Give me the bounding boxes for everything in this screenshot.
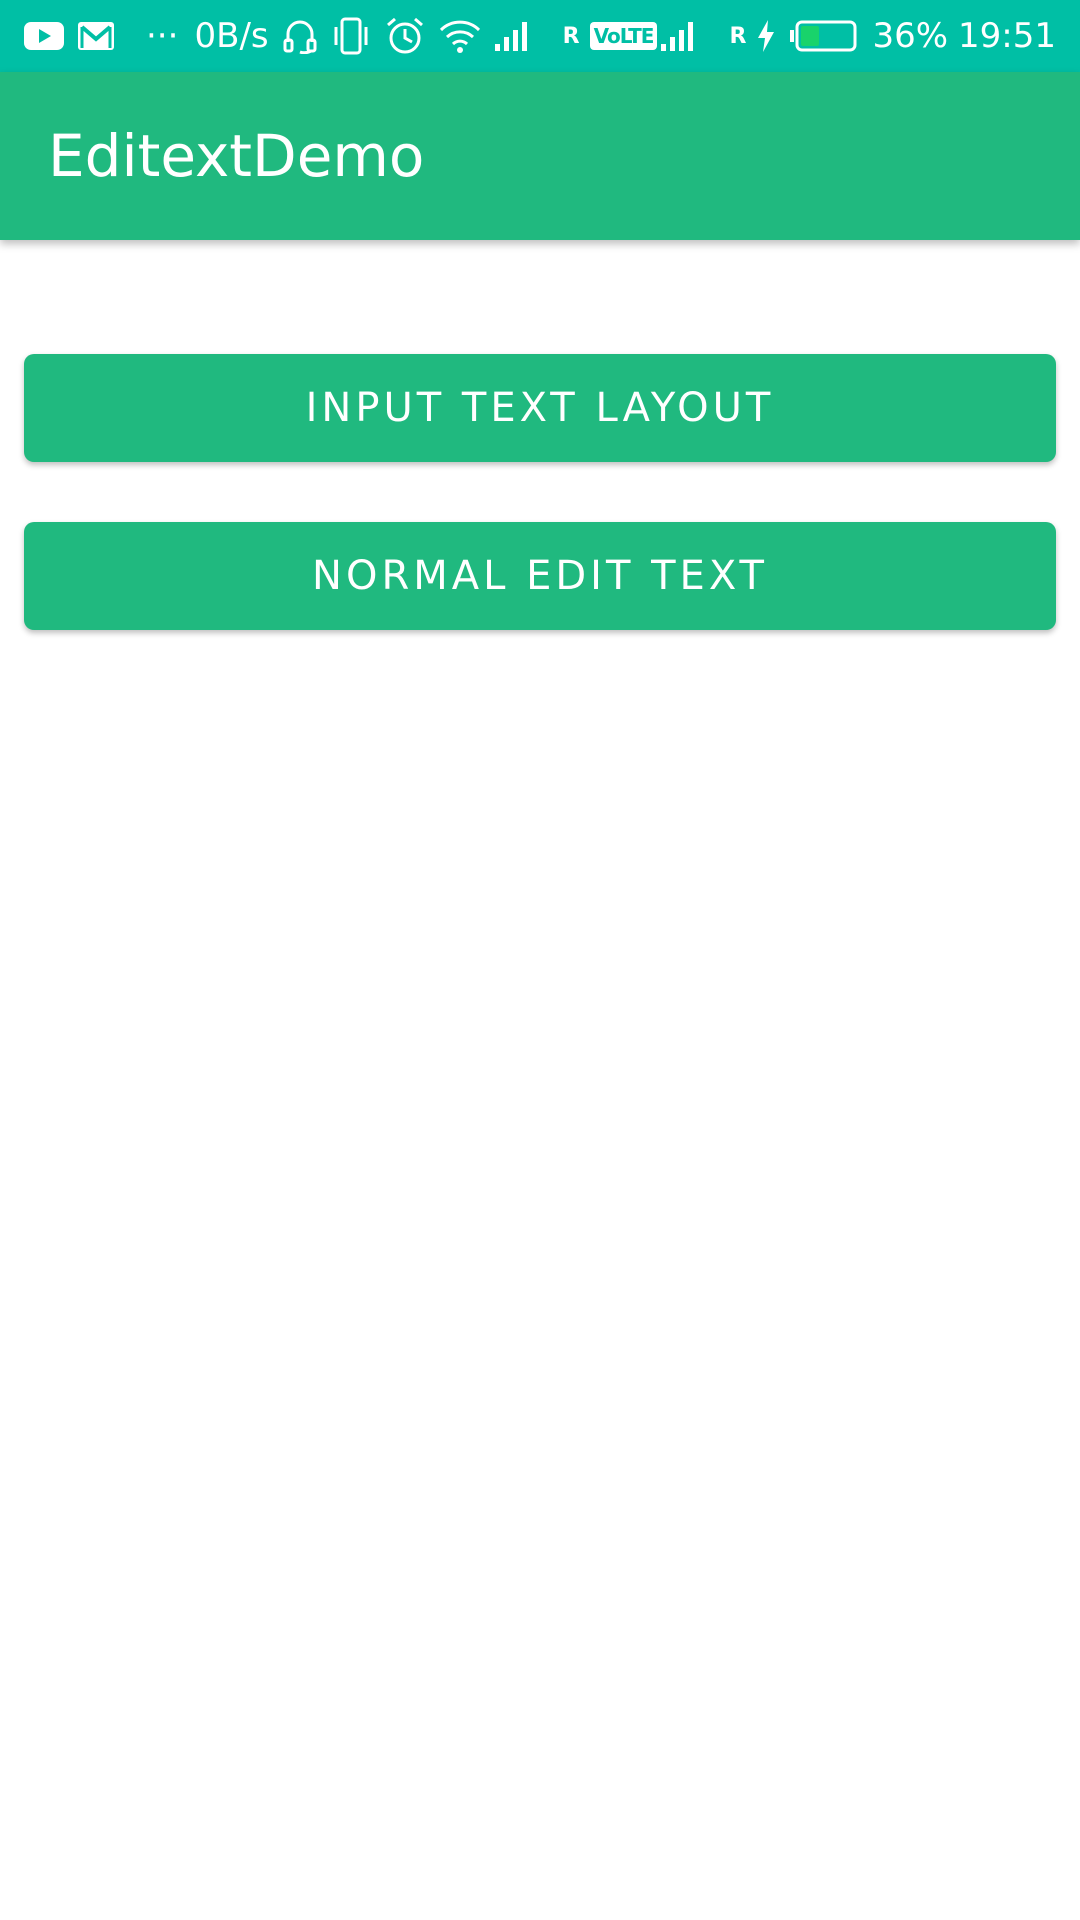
signal-icon <box>494 20 531 52</box>
charging-icon <box>756 20 776 52</box>
network-speed: 0B/s <box>194 16 269 56</box>
vibrate-icon <box>331 17 371 55</box>
alarm-icon <box>385 16 425 56</box>
headset-icon <box>283 18 317 54</box>
volte-badge: VoLTE <box>589 22 658 50</box>
roaming-indicator-1: R <box>562 23 580 49</box>
battery-fill <box>801 26 820 46</box>
wifi-icon <box>439 19 481 53</box>
clock: 19:51 <box>958 16 1056 56</box>
status-bar-left: ··· <box>24 16 192 56</box>
signal-icon-2 <box>661 20 697 52</box>
status-bar-right: 0B/s R VoLTE R 36% 19:51 <box>195 16 1056 56</box>
battery-percent: 36% <box>872 16 949 56</box>
battery-icon <box>790 20 858 52</box>
gmail-icon <box>78 22 114 50</box>
more-icon: ··· <box>146 16 179 56</box>
normal-edit-text-button[interactable]: NORMAL EDIT TEXT <box>24 522 1056 630</box>
roaming-indicator-2: R <box>729 23 747 49</box>
input-text-layout-button[interactable]: INPUT TEXT LAYOUT <box>24 354 1056 462</box>
status-bar: ··· 0B/s R VoLTE R 36% 19:51 <box>0 0 1080 72</box>
youtube-icon <box>24 22 64 50</box>
app-title: EditextDemo <box>48 122 425 190</box>
app-bar: EditextDemo <box>0 72 1080 240</box>
